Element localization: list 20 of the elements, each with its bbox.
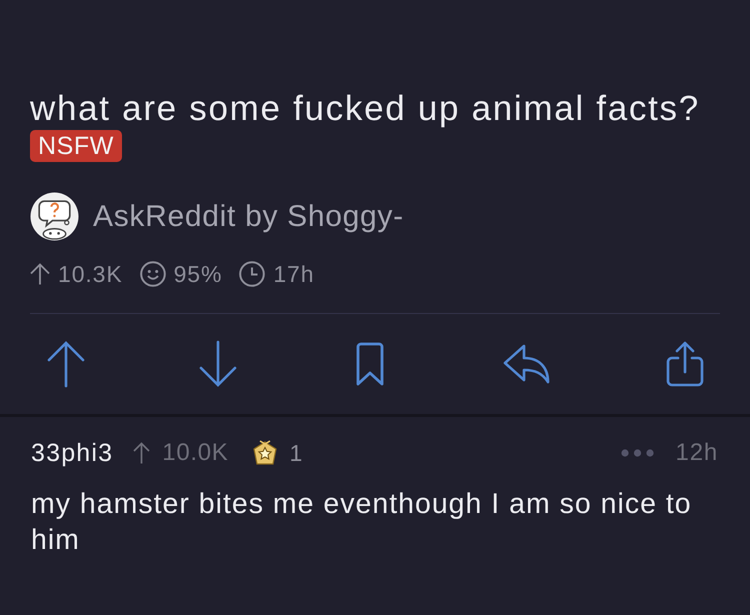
smiley-icon <box>140 261 166 287</box>
post-stat: 17h <box>273 261 314 287</box>
award-count: 1 <box>290 440 302 466</box>
upvote-icon[interactable] <box>46 340 86 388</box>
post-stat: 10.3K <box>58 261 123 287</box>
clock-icon <box>239 261 266 287</box>
award-icon <box>250 439 278 467</box>
comment-body: my hamster bites me eventhough I am so nice to him <box>31 487 693 558</box>
post-title: what are some fucked up animal facts? <box>30 89 701 129</box>
comment-score: 10.0K <box>162 439 228 467</box>
post-stat: 95% <box>174 261 222 287</box>
share-icon[interactable] <box>664 340 706 388</box>
downvote-icon[interactable] <box>198 340 238 388</box>
comment-author[interactable]: 33phi3 <box>31 438 114 468</box>
subreddit-avatar-icon[interactable] <box>30 192 79 241</box>
nsfw-tag: NSFW <box>30 130 122 162</box>
subreddit-author-line: AskReddit by Shoggy- <box>93 198 404 234</box>
up-arrow-icon <box>133 442 150 464</box>
comment-age: 12h <box>676 439 718 467</box>
up-arrow-icon <box>30 263 50 285</box>
